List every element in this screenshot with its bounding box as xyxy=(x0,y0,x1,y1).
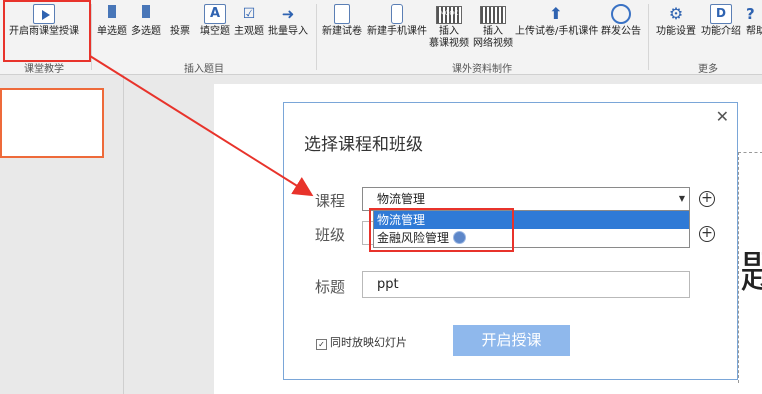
group-label-insert: 插入题目 xyxy=(184,64,224,75)
add-course-icon[interactable]: + xyxy=(699,191,715,207)
intro-label: 功能介绍 xyxy=(701,26,741,37)
check-list-icon: ☑ xyxy=(242,6,256,22)
mobile-phone-icon xyxy=(391,4,403,24)
class-label: 班级 xyxy=(315,226,346,244)
batch-import-label: 批量导入 xyxy=(268,26,308,37)
insert-mooc-label-1: 插入 xyxy=(439,26,459,37)
sync-slides-checkbox[interactable]: ✓ 同时放映幻灯片 xyxy=(316,334,407,350)
insert-mooc-label-2: 慕课视频 xyxy=(429,38,469,49)
group-label-extra: 课外资料制作 xyxy=(452,64,512,75)
multi-choice-button[interactable]: 多选题 xyxy=(130,2,162,38)
dialog-title: 选择课程和班级 xyxy=(304,135,423,155)
insert-web-label-2: 网络视频 xyxy=(473,38,513,49)
globe-icon xyxy=(611,4,631,24)
title-input-value: ppt xyxy=(377,277,399,292)
vote-button[interactable]: 投票 xyxy=(166,2,194,38)
settings-label: 功能设置 xyxy=(656,26,696,37)
title-label: 标题 xyxy=(315,278,346,296)
add-class-icon[interactable]: + xyxy=(699,226,715,242)
checkbox-label: 同时放映幻灯片 xyxy=(330,336,407,349)
slide-thumbnail[interactable] xyxy=(0,88,104,158)
start-teaching-button[interactable]: 开启授课 xyxy=(453,325,570,356)
title-input[interactable]: ppt xyxy=(362,271,690,298)
web-video-film-icon xyxy=(480,6,506,24)
subjective-button[interactable]: ☑ 主观题 xyxy=(233,2,265,38)
new-mobile-courseware-button[interactable]: 新建手机课件 xyxy=(366,2,428,38)
course-label: 课程 xyxy=(315,192,346,210)
help-button[interactable]: ? 帮助 xyxy=(746,2,762,38)
announce-button[interactable]: 群发公告 xyxy=(599,2,643,38)
ribbon-separator xyxy=(316,4,317,70)
settings-button[interactable]: ⚙ 功能设置 xyxy=(654,2,698,38)
help-label: 帮助 xyxy=(746,26,762,37)
batch-import-button[interactable]: ➜ 批量导入 xyxy=(267,2,309,38)
multi-choice-label: 多选题 xyxy=(131,26,161,37)
import-icon: ➜ xyxy=(281,5,295,23)
gear-icon: ⚙ xyxy=(668,4,684,23)
single-choice-icon xyxy=(101,4,123,24)
vote-label: 投票 xyxy=(170,26,190,37)
single-choice-button[interactable]: 单选题 xyxy=(96,2,128,38)
ribbon-separator xyxy=(91,4,92,70)
chevron-down-icon[interactable]: ▼ xyxy=(679,188,685,210)
group-label-more: 更多 xyxy=(698,64,718,75)
group-label-class: 课堂教学 xyxy=(24,64,64,75)
slide-partial-text: 题 xyxy=(740,236,762,300)
mooc-film-icon: MOOC xyxy=(436,6,462,24)
insert-mooc-video-button[interactable]: MOOC 插入 慕课视频 xyxy=(428,2,470,50)
upload-courseware-button[interactable]: ⬆ 上传试卷/手机课件 xyxy=(515,2,599,38)
bar-chart-icon xyxy=(169,4,191,24)
annotation-highlight-box xyxy=(3,0,91,62)
new-document-icon xyxy=(334,4,350,24)
single-choice-label: 单选题 xyxy=(97,26,127,37)
subjective-label: 主观题 xyxy=(234,26,264,37)
ribbon-toolbar: 开启雨课堂授课 课堂教学 单选题 多选题 投票 A 填空题 ☑ 主观题 ➜ 批量… xyxy=(0,0,762,75)
new-exam-button[interactable]: 新建试卷 xyxy=(321,2,363,38)
text-a-icon: A xyxy=(204,4,226,24)
fill-blank-label: 填空题 xyxy=(200,26,230,37)
multi-choice-icon xyxy=(135,4,157,24)
checkbox-check-icon[interactable]: ✓ xyxy=(316,339,327,350)
ribbon-separator xyxy=(648,4,649,70)
upload-arrow-icon: ⬆ xyxy=(549,4,563,23)
annotation-dropdown-highlight xyxy=(369,208,514,252)
help-icon: ? xyxy=(746,5,755,23)
announce-label: 群发公告 xyxy=(601,26,641,37)
close-icon[interactable]: ✕ xyxy=(716,107,729,126)
document-d-icon: D xyxy=(710,4,732,24)
upload-label: 上传试卷/手机课件 xyxy=(515,26,599,37)
course-select-value: 物流管理 xyxy=(377,192,426,206)
insert-web-video-button[interactable]: 插入 网络视频 xyxy=(472,2,514,50)
insert-web-label-1: 插入 xyxy=(483,26,503,37)
new-mobile-label: 新建手机课件 xyxy=(367,26,427,37)
new-exam-label: 新建试卷 xyxy=(322,26,362,37)
fill-blank-button[interactable]: A 填空题 xyxy=(198,2,232,38)
intro-button[interactable]: D 功能介绍 xyxy=(699,2,743,38)
